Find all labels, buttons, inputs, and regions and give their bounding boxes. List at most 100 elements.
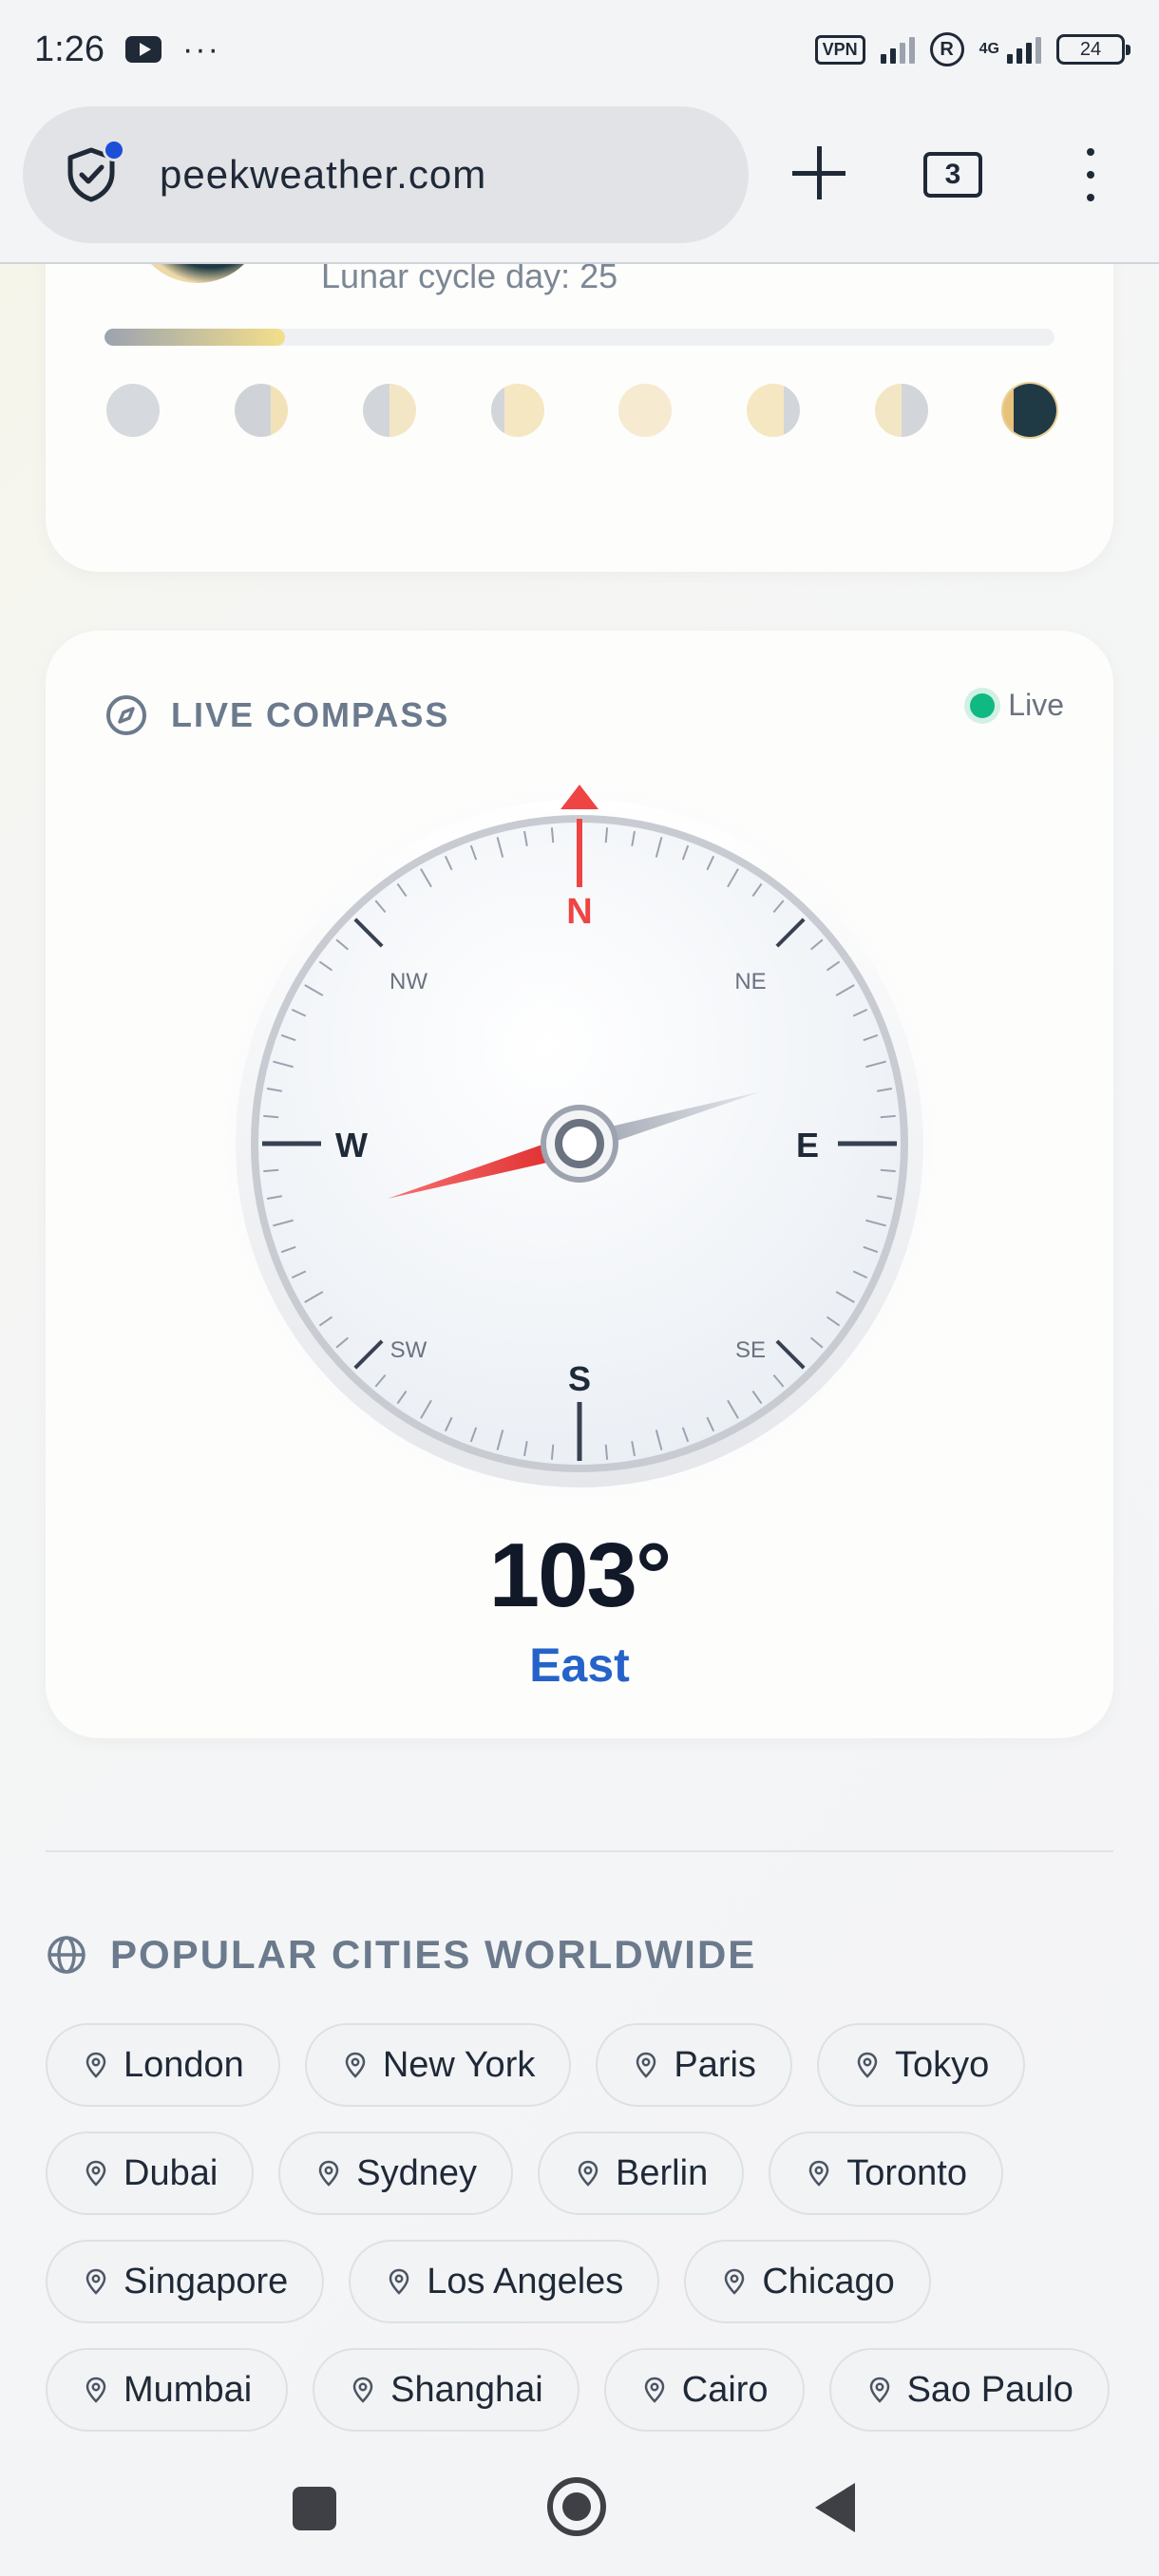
vpn-badge: VPN — [814, 34, 865, 65]
city-chip[interactable]: Chicago — [684, 2240, 931, 2323]
signal-4g-icon — [1007, 35, 1041, 64]
city-chip[interactable]: Singapore — [46, 2240, 325, 2323]
new-moon-icon — [106, 384, 160, 437]
location-pin-icon — [578, 2160, 598, 2187]
browser-menu-button[interactable] — [1074, 144, 1108, 205]
tab-switcher-button[interactable]: 3 — [923, 152, 982, 198]
globe-icon — [48, 1936, 86, 1974]
location-pin-icon — [857, 2052, 878, 2078]
city-chip-label: Chicago — [762, 2261, 895, 2301]
heading-degrees: 103° — [488, 1525, 673, 1626]
registered-icon: R — [929, 32, 964, 66]
compass-tick — [604, 827, 609, 843]
city-chip[interactable]: Paris — [596, 2023, 792, 2107]
heading-direction: East — [529, 1638, 630, 1692]
status-time: 1:26 — [34, 28, 104, 69]
home-button[interactable] — [547, 2477, 606, 2536]
waning-gibbous-icon — [747, 384, 801, 437]
first-quarter-icon — [362, 384, 416, 437]
intercardinal-ne: NE — [734, 969, 766, 994]
intercardinal-sw: SW — [390, 1337, 428, 1363]
city-chip[interactable]: Berlin — [538, 2131, 745, 2215]
recent-apps-button[interactable] — [293, 2487, 336, 2530]
location-pin-icon — [725, 2268, 745, 2295]
last-quarter-icon — [875, 384, 929, 437]
new-tab-button[interactable] — [785, 139, 853, 207]
compass-tick — [263, 1168, 279, 1173]
city-chip-label: Dubai — [124, 2152, 218, 2193]
live-compass-card: LIVE COMPASS Live N E S W NE SE SW NW 10… — [46, 631, 1113, 1738]
city-chip[interactable]: Toronto — [769, 2131, 1003, 2215]
intercardinal-nw: NW — [390, 969, 428, 994]
moon-phase-icon — [131, 264, 264, 283]
popular-cities-header: POPULAR CITIES WORLDWIDE — [46, 1932, 756, 1978]
live-label: Live — [1008, 688, 1064, 722]
waxing-crescent-icon — [234, 384, 288, 437]
location-pin-icon — [808, 2160, 829, 2187]
city-chip-label: Sydney — [356, 2152, 478, 2193]
compass-dial: N E S W NE SE SW NW — [200, 764, 960, 1524]
moon-phase-strip — [106, 384, 1056, 437]
city-chip-label: London — [124, 2044, 244, 2085]
popular-cities-title: POPULAR CITIES WORLDWIDE — [110, 1932, 757, 1977]
compass-tick — [263, 1114, 279, 1119]
youtube-icon — [124, 36, 162, 63]
city-row: Singapore Los Angeles Chicago — [46, 2240, 931, 2323]
waning-crescent-icon — [1002, 384, 1056, 437]
location-pin-icon — [352, 2377, 373, 2403]
city-chip[interactable]: Tokyo — [816, 2023, 1026, 2107]
status-bar: 1:26 ··· VPN R 4G 24 — [0, 0, 1159, 99]
live-indicator: Live — [970, 688, 1064, 723]
system-nav-bar — [0, 2439, 1159, 2576]
city-chip[interactable]: Los Angeles — [349, 2240, 660, 2323]
lunar-progress-fill — [104, 329, 285, 346]
moon-phase-card: Lunar cycle day: 25 — [46, 264, 1113, 572]
waxing-gibbous-icon — [490, 384, 544, 437]
city-chip[interactable]: Cairo — [603, 2348, 805, 2432]
city-row: Mumbai Shanghai Cairo Sao Paulo — [46, 2348, 1110, 2432]
cardinal-s: S — [568, 1359, 591, 1398]
city-chip[interactable]: Shanghai — [313, 2348, 580, 2432]
lunar-cycle-text: Lunar cycle day: 25 — [321, 264, 618, 295]
compass-tick — [550, 827, 555, 843]
cardinal-w: W — [335, 1126, 368, 1165]
site-security-icon[interactable] — [61, 139, 125, 205]
back-button[interactable] — [815, 2483, 855, 2532]
browser-toolbar: peekweather.com 3 — [0, 99, 1159, 264]
north-line — [577, 819, 582, 887]
city-chip[interactable]: New York — [304, 2023, 572, 2107]
location-pin-icon — [345, 2052, 366, 2078]
address-bar[interactable]: peekweather.com — [23, 106, 749, 243]
full-moon-icon — [618, 384, 673, 437]
cardinal-e: E — [796, 1126, 819, 1165]
city-chip[interactable]: Sao Paulo — [828, 2348, 1110, 2432]
compass-icon — [106, 695, 146, 735]
lunar-progress-bar — [104, 329, 1054, 346]
city-chip[interactable]: Mumbai — [46, 2348, 289, 2432]
location-pin-icon — [86, 2160, 106, 2187]
page-content[interactable]: Lunar cycle day: 25 LIVE COMPASS Live N … — [0, 264, 1159, 2439]
city-chip-label: Mumbai — [124, 2369, 253, 2410]
needle-hub-inner — [555, 1119, 604, 1168]
city-chip[interactable]: London — [46, 2023, 280, 2107]
compass-header: LIVE COMPASS — [104, 693, 449, 737]
city-chip[interactable]: Dubai — [46, 2131, 255, 2215]
intercardinal-se: SE — [735, 1337, 766, 1363]
city-chip-label: Tokyo — [894, 2044, 990, 2085]
signal-icon — [880, 35, 915, 64]
location-pin-icon — [636, 2052, 656, 2078]
city-chip-label: Shanghai — [390, 2369, 543, 2410]
city-chip-label: Singapore — [124, 2261, 289, 2301]
location-pin-icon — [389, 2268, 409, 2295]
compass-tick — [880, 1114, 896, 1119]
city-row: London New York Paris Tokyo — [46, 2023, 1026, 2107]
cardinal-n: N — [566, 892, 592, 932]
city-row: Dubai Sydney Berlin Toronto — [46, 2131, 1003, 2215]
live-status-dot — [970, 692, 996, 718]
city-chip-label: New York — [382, 2044, 536, 2085]
city-chip[interactable]: Sydney — [278, 2131, 514, 2215]
location-pin-icon — [319, 2160, 339, 2187]
city-chip-label: Los Angeles — [427, 2261, 624, 2301]
section-divider — [46, 1850, 1113, 1852]
city-chip-label: Sao Paulo — [906, 2369, 1074, 2410]
